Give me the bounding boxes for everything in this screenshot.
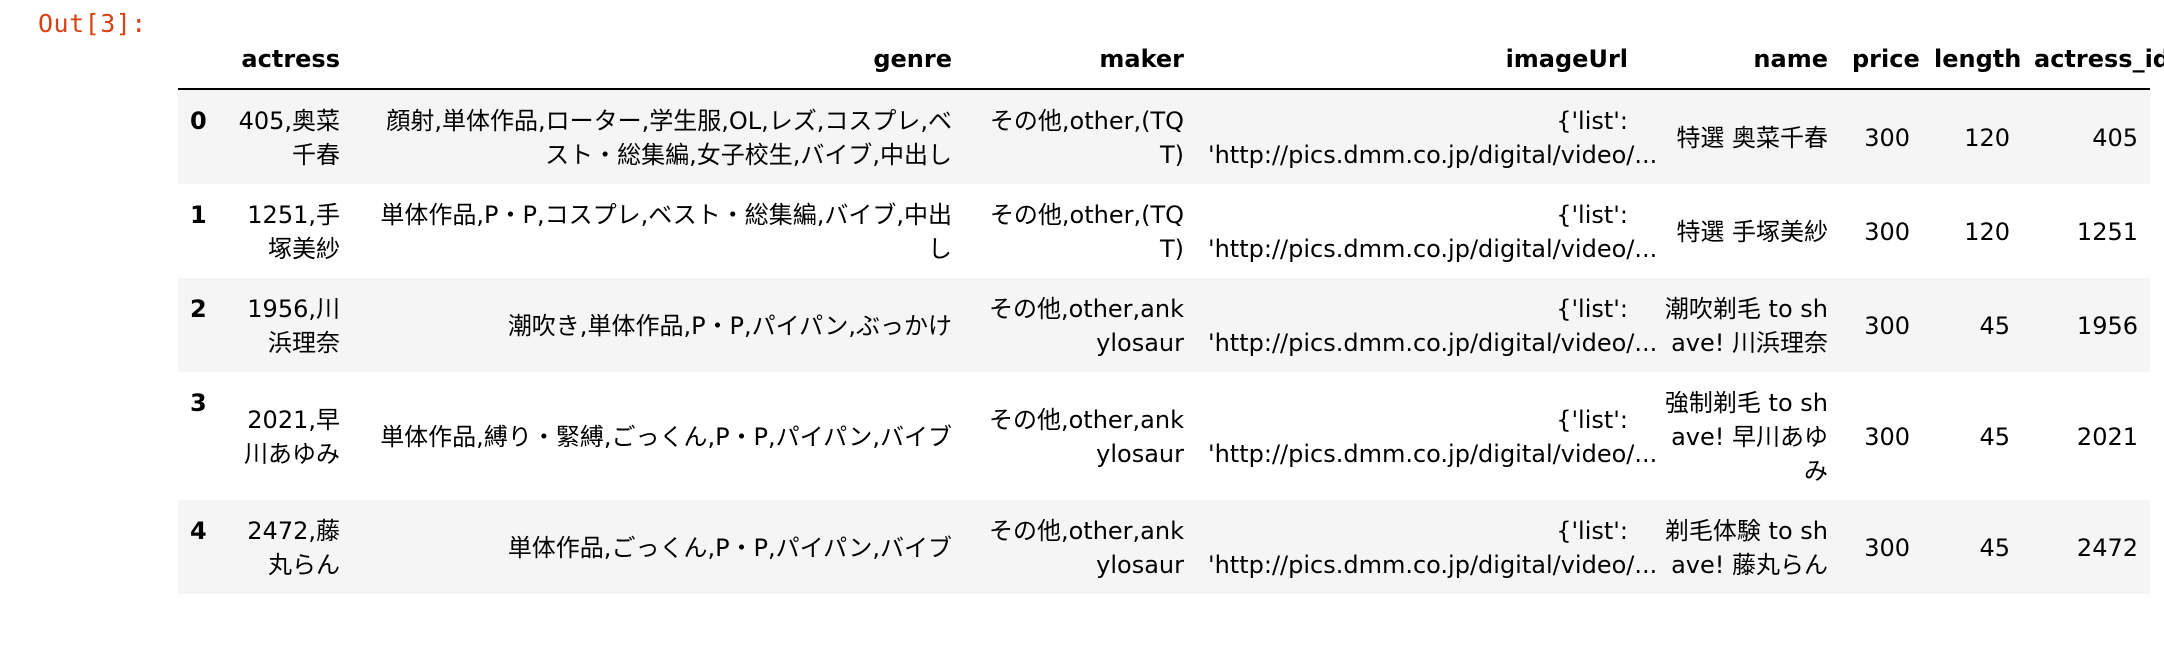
cell-length: 120 bbox=[1964, 124, 2010, 152]
column-header-price: price bbox=[1840, 28, 1922, 90]
cell-name: 剃毛体験 to shave! 藤丸らん bbox=[1664, 517, 1828, 579]
cell-maker: その他,other,ankylosaur bbox=[988, 406, 1184, 468]
cell-price: 300 bbox=[1864, 124, 1910, 152]
header-row: actress genre maker imageUrl name price … bbox=[178, 28, 2164, 90]
cell-genre: 顔射,単体作品,ローター,学生服,OL,レズ,コスプレ,ベスト・総集編,女子校生… bbox=[386, 107, 952, 169]
cell-genre: 単体作品,ごっくん,P・P,パイパン,バイブ bbox=[507, 534, 952, 562]
cell-price: 300 bbox=[1864, 312, 1910, 340]
cell-imageurl: {'list': 'http://pics.dmm.co.jp/digital/… bbox=[1196, 184, 1658, 278]
table-row: 2 1956,川浜理奈 潮吹き,単体作品,P・P,パイパン,ぶっかけ その他,o… bbox=[178, 278, 2150, 372]
cell-name: 潮吹剃毛 to shave! 川浜理奈 bbox=[1664, 295, 1828, 357]
cell-imageurl: {'list': 'http://pics.dmm.co.jp/digital/… bbox=[1196, 500, 1658, 594]
cell-genre: 単体作品,P・P,コスプレ,ベスト・総集編,バイブ,中出し bbox=[380, 201, 952, 263]
cell-imageurl: {'list': 'http://pics.dmm.co.jp/digital/… bbox=[1196, 278, 1658, 372]
imageurl-line-2: 'http://pics.dmm.co.jp/digital/video/... bbox=[1208, 551, 1658, 579]
imageurl-line-1: {'list': bbox=[1556, 295, 1628, 323]
cell-imageurl: {'list': 'http://pics.dmm.co.jp/digital/… bbox=[1196, 372, 1658, 500]
cell-length: 45 bbox=[1979, 423, 2010, 451]
cell-name: 特選 奥菜千春 bbox=[1676, 124, 1828, 152]
imageurl-line-2: 'http://pics.dmm.co.jp/digital/video/... bbox=[1208, 235, 1658, 263]
cell-actress-id: 2021 bbox=[2076, 423, 2138, 451]
index-header bbox=[178, 28, 212, 90]
cell-maker: その他,other,ankylosaur bbox=[988, 295, 1184, 357]
row-index: 0 bbox=[190, 107, 207, 135]
imageurl-line-1: {'list': bbox=[1556, 517, 1628, 545]
table-row: 1 1251,手塚美紗 単体作品,P・P,コスプレ,ベスト・総集編,バイブ,中出… bbox=[178, 184, 2150, 278]
table-row: 4 2472,藤丸らん 単体作品,ごっくん,P・P,パイパン,バイブ その他,o… bbox=[178, 500, 2150, 594]
cell-imageurl: {'list': 'http://pics.dmm.co.jp/digital/… bbox=[1196, 89, 1658, 184]
cell-actress-id: 405 bbox=[2092, 124, 2138, 152]
cell-actress-id: 2472 bbox=[2076, 534, 2138, 562]
cell-actress-id: 1251 bbox=[2076, 218, 2138, 246]
row-index: 3 bbox=[190, 389, 207, 417]
column-header-actress: actress bbox=[212, 28, 352, 90]
imageurl-line-2: 'http://pics.dmm.co.jp/digital/video/... bbox=[1208, 329, 1658, 357]
cell-actress: 2021,早川あゆみ bbox=[244, 406, 340, 468]
cell-actress: 1956,川浜理奈 bbox=[247, 295, 340, 357]
cell-price: 300 bbox=[1864, 218, 1910, 246]
cell-length: 120 bbox=[1964, 218, 2010, 246]
table-row: 3 2021,早川あゆみ 単体作品,縛り・緊縛,ごっくん,P・P,パイパン,バイ… bbox=[178, 372, 2150, 500]
column-header-length: length bbox=[1922, 28, 2022, 90]
cell-actress: 405,奥菜千春 bbox=[238, 107, 340, 169]
imageurl-line-1: {'list': bbox=[1556, 201, 1628, 229]
cell-actress: 2472,藤丸らん bbox=[247, 517, 340, 579]
row-index: 4 bbox=[190, 517, 207, 545]
cell-actress-id: 1956 bbox=[2076, 312, 2138, 340]
column-header-name: name bbox=[1640, 28, 1840, 90]
cell-name: 特選 手塚美紗 bbox=[1676, 218, 1828, 246]
row-index: 1 bbox=[190, 201, 207, 229]
imageurl-line-1: {'list': bbox=[1556, 107, 1628, 135]
cell-price: 300 bbox=[1864, 423, 1910, 451]
table-row: 0 405,奥菜千春 顔射,単体作品,ローター,学生服,OL,レズ,コスプレ,ベ… bbox=[178, 89, 2150, 184]
cell-name: 強制剃毛 to shave! 早川あゆみ bbox=[1664, 389, 1828, 485]
cell-length: 45 bbox=[1979, 534, 2010, 562]
dataframe-output: actress genre maker imageUrl name price … bbox=[178, 28, 2164, 594]
column-header-genre: genre bbox=[352, 28, 964, 90]
column-header-imageurl: imageUrl bbox=[1196, 28, 1640, 90]
cell-maker: その他,other,(TQT) bbox=[989, 201, 1184, 263]
imageurl-line-2: 'http://pics.dmm.co.jp/digital/video/... bbox=[1208, 141, 1658, 169]
cell-maker: その他,other,ankylosaur bbox=[988, 517, 1184, 579]
cell-length: 45 bbox=[1979, 312, 2010, 340]
output-prompt: Out[3]: bbox=[38, 9, 147, 38]
row-index: 2 bbox=[190, 295, 207, 323]
cell-genre: 単体作品,縛り・緊縛,ごっくん,P・P,パイパン,バイブ bbox=[380, 423, 952, 451]
dataframe-table: actress genre maker imageUrl name price … bbox=[178, 28, 2164, 594]
imageurl-line-1: {'list': bbox=[1556, 406, 1628, 434]
column-header-maker: maker bbox=[964, 28, 1196, 90]
column-header-actress-id: actress_id bbox=[2022, 28, 2164, 90]
imageurl-line-2: 'http://pics.dmm.co.jp/digital/video/... bbox=[1208, 440, 1658, 468]
cell-price: 300 bbox=[1864, 534, 1910, 562]
cell-actress: 1251,手塚美紗 bbox=[247, 201, 340, 263]
cell-maker: その他,other,(TQT) bbox=[989, 107, 1184, 169]
cell-genre: 潮吹き,単体作品,P・P,パイパン,ぶっかけ bbox=[507, 312, 952, 340]
